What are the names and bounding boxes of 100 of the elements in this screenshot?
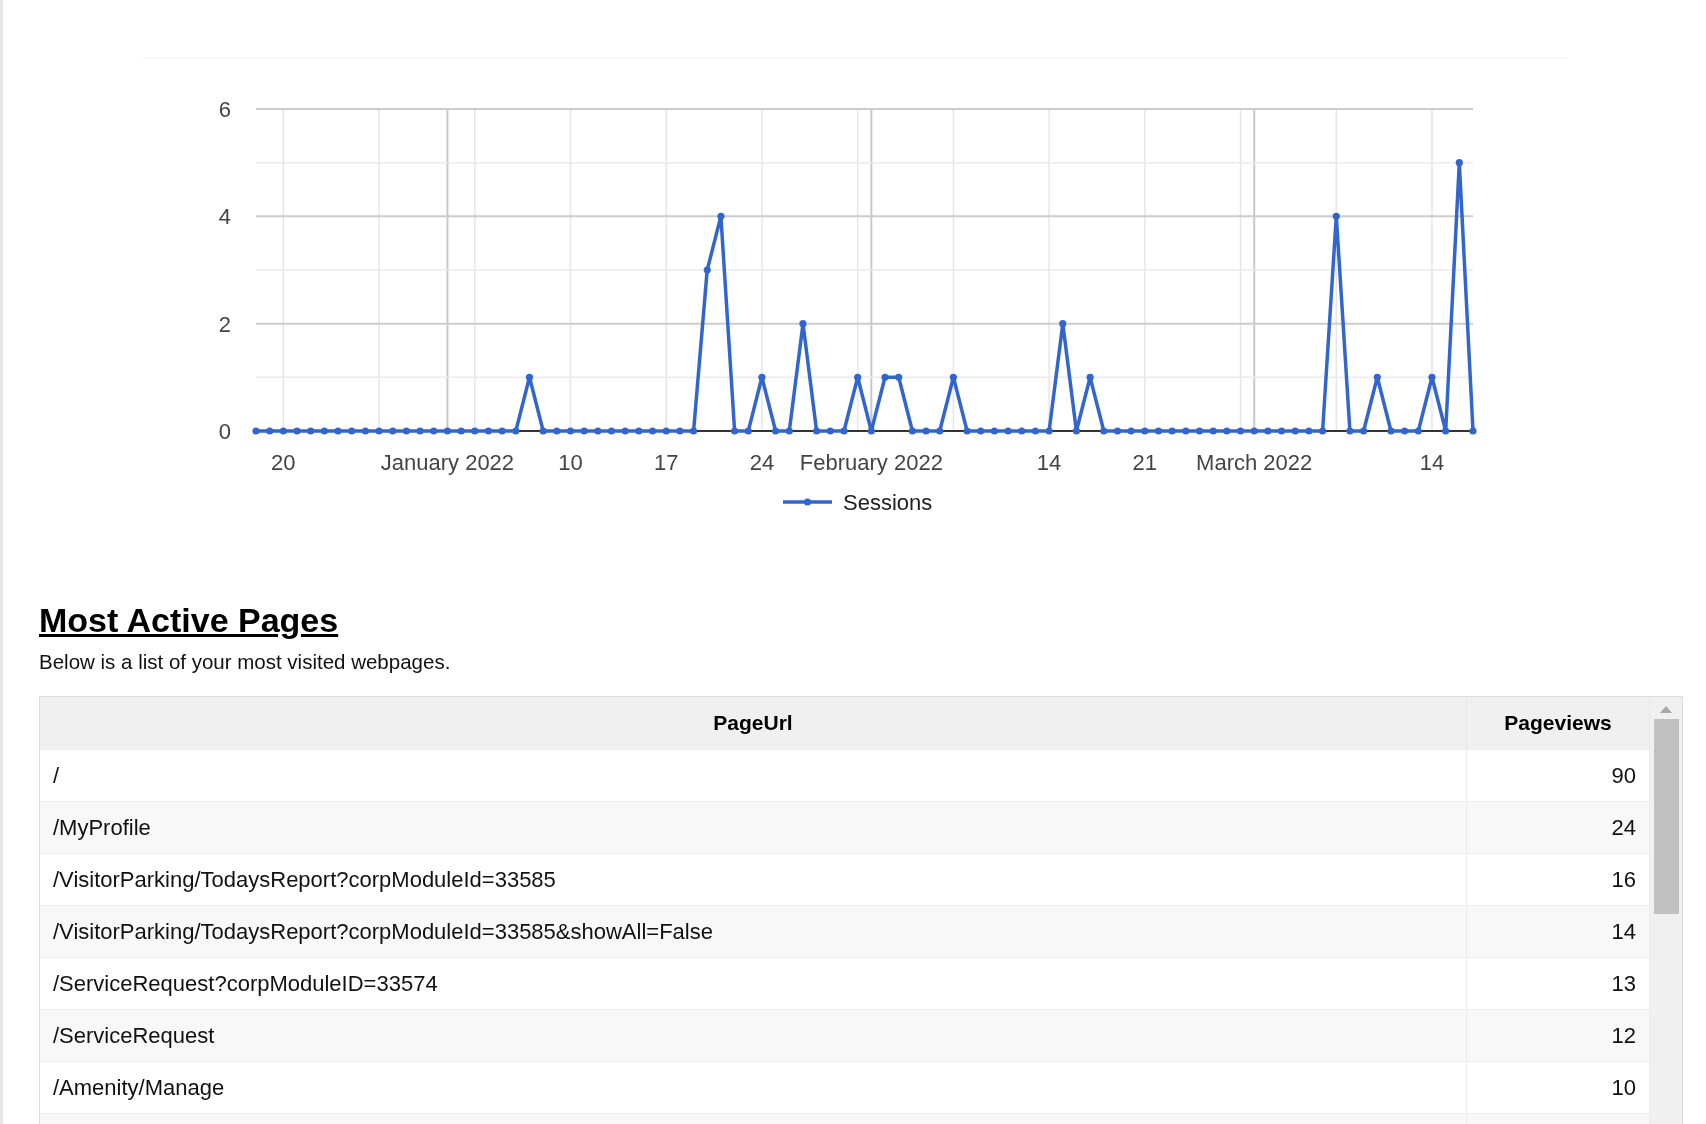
- axis-label: January 2022: [380, 450, 515, 475]
- data-point: [1113, 427, 1122, 435]
- data-point: [1031, 427, 1040, 435]
- data-point: [1209, 427, 1217, 435]
- data-point: [320, 427, 328, 435]
- data-point: [361, 427, 369, 435]
- table-cell: 12: [1466, 1009, 1650, 1062]
- data-point: [334, 427, 342, 435]
- data-point: [266, 427, 274, 435]
- data-point: [1401, 427, 1409, 435]
- data-point: [648, 427, 657, 435]
- data-point: [744, 427, 752, 435]
- data-point: [279, 427, 287, 435]
- data-point: [1045, 427, 1053, 435]
- table-cell: /VisitorParking/TodaysReport?corpModuleId=33585&showAll=False: [40, 905, 1467, 958]
- data-point: [484, 427, 493, 435]
- data-point: [949, 373, 957, 381]
- data-point: [348, 427, 356, 435]
- data-point: [252, 427, 260, 435]
- data-point: [1455, 159, 1463, 167]
- data-point: [1086, 373, 1094, 381]
- data-point: [471, 427, 479, 435]
- axis-label: 17: [654, 450, 679, 475]
- table-cell: /: [40, 749, 1467, 802]
- axis-label: March 2022: [1196, 450, 1313, 475]
- data-point: [867, 427, 875, 435]
- data-point: [607, 427, 616, 435]
- data-point: [963, 427, 971, 435]
- data-point: [1291, 427, 1299, 435]
- table-cell: 14: [1466, 905, 1650, 958]
- data-point: [635, 427, 643, 435]
- data-point: [553, 427, 561, 435]
- data-point: [566, 427, 575, 435]
- data-point: [785, 427, 793, 435]
- data-point: [443, 427, 452, 435]
- column-header[interactable]: PageUrl: [40, 697, 1467, 750]
- data-point: [402, 427, 410, 435]
- data-point: [854, 373, 862, 381]
- scrollbar-thumb[interactable]: [1653, 719, 1679, 914]
- data-point: [881, 373, 889, 381]
- data-point: [717, 212, 725, 220]
- data-point: [1305, 427, 1313, 435]
- axis-label: 0: [218, 419, 231, 444]
- data-point: [512, 427, 520, 435]
- axis-label: February 2022: [799, 450, 943, 475]
- table-cell: 16: [1466, 853, 1650, 906]
- data-point: [1168, 427, 1176, 435]
- data-point: [990, 427, 998, 435]
- data-point: [1360, 427, 1368, 435]
- data-point: [799, 320, 807, 328]
- data-point: [936, 427, 944, 435]
- data-point: [1072, 427, 1081, 435]
- scrollbar[interactable]: [1650, 697, 1682, 1124]
- data-point: [1277, 427, 1286, 435]
- axis-label: 6: [218, 97, 231, 122]
- data-point: [676, 427, 684, 435]
- table-cell: /ServiceRequest: [40, 1009, 1467, 1062]
- data-point: [1182, 427, 1190, 435]
- data-point: [1018, 427, 1026, 435]
- table-cell: 24: [1466, 801, 1650, 854]
- data-point: [1428, 373, 1436, 381]
- data-point: [1236, 427, 1245, 435]
- data-point: [1250, 427, 1258, 435]
- data-point: [1004, 427, 1012, 435]
- data-point: [1100, 427, 1108, 435]
- legend-icon: [783, 498, 832, 506]
- data-point: [1469, 427, 1477, 435]
- table-cell: /Amenity/Manage: [40, 1061, 1467, 1114]
- data-point: [416, 427, 424, 435]
- data-point: [1264, 427, 1272, 435]
- data-point: [375, 427, 383, 435]
- data-point: [1414, 427, 1422, 435]
- data-point: [758, 373, 766, 381]
- data-point: [1387, 427, 1395, 435]
- data-point: [580, 427, 588, 435]
- data-point: [1059, 320, 1067, 328]
- data-point: [813, 427, 821, 435]
- axis-label: 2: [218, 311, 231, 337]
- axis-label: 4: [218, 204, 231, 230]
- data-point: [772, 427, 780, 435]
- axis-label: 20: [271, 450, 296, 475]
- data-point: [1442, 427, 1450, 435]
- data-point: [594, 427, 602, 435]
- data-point: [498, 427, 506, 435]
- data-point: [922, 427, 930, 435]
- data-point: [293, 427, 301, 435]
- data-point: [621, 427, 629, 435]
- data-point: [703, 266, 711, 274]
- data-point: [895, 373, 903, 381]
- data-point: [1154, 427, 1163, 435]
- data-point: [1319, 427, 1327, 435]
- data-point: [457, 427, 465, 435]
- table-cell: 10: [1466, 1061, 1650, 1114]
- table-cell: 13: [1466, 957, 1650, 1010]
- section-description: Below is a list of your most visited webpages.: [39, 650, 452, 674]
- scroll-up-icon[interactable]: [1660, 705, 1672, 713]
- data-point: [689, 427, 698, 435]
- legend-label: Sessions: [843, 490, 933, 515]
- column-header[interactable]: Pageviews: [1466, 697, 1650, 750]
- data-point: [662, 427, 670, 435]
